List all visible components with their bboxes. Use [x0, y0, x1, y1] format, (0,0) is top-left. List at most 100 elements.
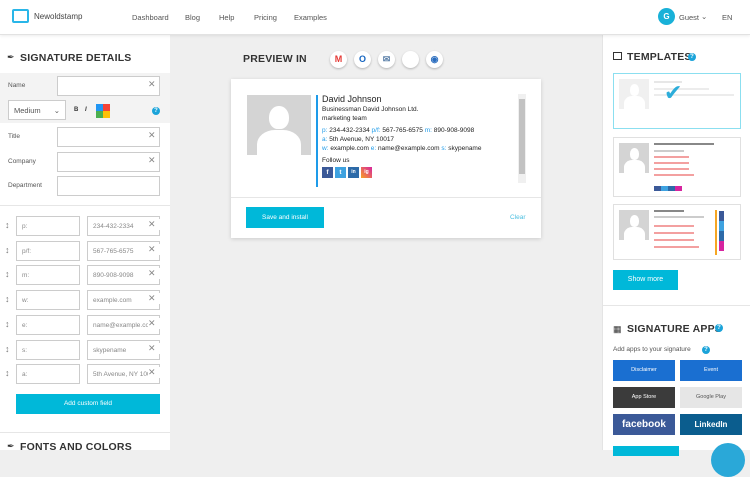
custom-field-prefix-input[interactable]: s:: [16, 339, 80, 360]
apps-title: SIGNATURE APPS: [627, 323, 722, 335]
nav-blog[interactable]: Blog: [185, 13, 200, 22]
facebook-app-button[interactable]: facebook: [613, 414, 675, 435]
nav-examples[interactable]: Examples: [294, 13, 327, 22]
logo-icon[interactable]: [12, 9, 29, 23]
event-app-button[interactable]: Event: [680, 360, 742, 381]
divider: [0, 205, 170, 206]
preview-title: PREVIEW IN: [243, 53, 307, 65]
title-input[interactable]: [57, 127, 160, 147]
fonts-colors-title[interactable]: FONTS AND COLORS: [20, 441, 132, 453]
custom-field-prefix-input[interactable]: m:: [16, 265, 80, 286]
scrollbar[interactable]: [518, 94, 526, 183]
custom-field-prefix-input[interactable]: e:: [16, 314, 80, 335]
gmail-icon[interactable]: M: [330, 51, 347, 68]
chat-widget-button[interactable]: [711, 443, 745, 477]
drag-handle-icon[interactable]: ↕: [5, 294, 10, 304]
font-size-value: Medium: [14, 106, 41, 115]
avatar[interactable]: G: [658, 8, 675, 25]
clear-icon[interactable]: ✕: [148, 243, 166, 255]
google-play-button[interactable]: Google Play: [680, 387, 742, 408]
template-thumb-selected[interactable]: ✔: [613, 73, 741, 129]
name-label: Name: [8, 82, 26, 89]
templates-icon: [613, 52, 622, 60]
disclaimer-app-button[interactable]: Disclaimer: [613, 360, 675, 381]
instagram-icon[interactable]: ig: [361, 167, 372, 178]
user-menu[interactable]: Guest: [679, 13, 699, 22]
help-icon[interactable]: ?: [702, 346, 710, 354]
drag-handle-icon[interactable]: ↕: [5, 245, 10, 255]
show-more-button[interactable]: Show more: [613, 270, 678, 290]
drag-handle-icon[interactable]: ↕: [5, 368, 10, 378]
signature-details-panel: ✒ SIGNATURE DETAILS Name ✕ Medium ⌄ B I ?…: [0, 35, 170, 453]
chevron-down-icon: ⌄: [53, 106, 60, 115]
custom-field-prefix-input[interactable]: w:: [16, 290, 80, 311]
thunderbird-icon[interactable]: ◉: [426, 51, 443, 68]
company-label: Company: [8, 158, 36, 165]
app-button-partial[interactable]: [613, 446, 679, 456]
bold-button[interactable]: B: [74, 107, 78, 113]
sig-position: Businessman David Johnson Ltd.: [322, 106, 419, 113]
clear-link[interactable]: Clear: [510, 214, 526, 221]
right-panel: TEMPLATES ? ✔ Show more ▦ SIGNATURE APPS…: [602, 35, 750, 477]
template-thumb[interactable]: [613, 204, 741, 260]
clear-icon[interactable]: ✕: [148, 317, 166, 329]
add-custom-field-button[interactable]: Add custom field: [16, 394, 160, 414]
templates-title: TEMPLATES: [627, 51, 692, 63]
title-label: Title: [8, 133, 21, 140]
custom-field-prefix-input[interactable]: a:: [16, 364, 80, 385]
language-switch[interactable]: EN: [722, 13, 732, 22]
facebook-icon[interactable]: f: [322, 167, 333, 178]
drag-handle-icon[interactable]: ↕: [5, 319, 10, 329]
help-icon[interactable]: ?: [152, 107, 160, 115]
nav-pricing[interactable]: Pricing: [254, 13, 277, 22]
clear-icon[interactable]: ✕: [148, 367, 166, 379]
apps-subtitle: Add apps to your signature: [613, 346, 691, 353]
font-size-select[interactable]: Medium ⌄: [8, 100, 66, 120]
company-input[interactable]: [57, 152, 160, 172]
nav-dashboard[interactable]: Dashboard: [132, 13, 169, 22]
chevron-down-icon[interactable]: ⌄: [701, 12, 707, 21]
clear-icon[interactable]: ✕: [148, 155, 166, 166]
department-input[interactable]: [57, 176, 160, 196]
apple-icon[interactable]: [402, 51, 419, 68]
clear-icon[interactable]: ✕: [148, 342, 166, 354]
clear-icon[interactable]: ✕: [148, 268, 166, 280]
signature-preview-card: David Johnson Businessman David Johnson …: [231, 79, 541, 238]
department-label: Department: [8, 182, 42, 189]
name-input[interactable]: [57, 76, 160, 96]
clear-icon[interactable]: ✕: [148, 130, 166, 141]
apps-grid-icon: ▦: [613, 324, 622, 334]
drag-handle-icon[interactable]: ↕: [5, 344, 10, 354]
save-and-install-button[interactable]: Save and install: [246, 207, 324, 228]
template-thumb[interactable]: [613, 137, 741, 197]
custom-field-prefix-input[interactable]: p:: [16, 216, 80, 236]
divider: [231, 197, 541, 198]
custom-field-prefix-input[interactable]: p/f:: [16, 240, 80, 261]
outlook-icon[interactable]: O: [354, 51, 371, 68]
app-store-button[interactable]: App Store: [613, 387, 675, 408]
top-nav: Newoldstamp Dashboard Blog Help Pricing …: [0, 0, 750, 35]
accent-bar: [316, 95, 318, 187]
apple-mail-icon[interactable]: ✉: [378, 51, 395, 68]
clear-icon[interactable]: ✕: [148, 293, 166, 305]
drag-handle-icon[interactable]: ↕: [5, 269, 10, 279]
color-picker-icon[interactable]: [96, 104, 110, 118]
nav-help[interactable]: Help: [219, 13, 234, 22]
italic-button[interactable]: I: [85, 107, 87, 113]
clear-icon[interactable]: ✕: [148, 219, 166, 230]
brush-icon: ✒: [7, 441, 15, 451]
profile-photo: [247, 95, 311, 155]
twitter-icon[interactable]: t: [335, 167, 346, 178]
help-icon[interactable]: ?: [715, 324, 723, 332]
linkedin-app-button[interactable]: LinkedIn: [680, 414, 742, 435]
check-icon: ✔: [664, 80, 683, 105]
follow-us: Follow us: [322, 157, 350, 164]
drag-handle-icon[interactable]: ↕: [5, 220, 10, 230]
preview-area: PREVIEW IN M O ✉ ◉ David Johnson Busines…: [170, 35, 602, 450]
clear-icon[interactable]: ✕: [148, 79, 166, 90]
section-title: SIGNATURE DETAILS: [20, 52, 132, 64]
help-icon[interactable]: ?: [688, 53, 696, 61]
brand-name[interactable]: Newoldstamp: [34, 12, 82, 21]
linkedin-icon[interactable]: in: [348, 167, 359, 178]
signature-text: David Johnson Businessman David Johnson …: [322, 94, 522, 178]
